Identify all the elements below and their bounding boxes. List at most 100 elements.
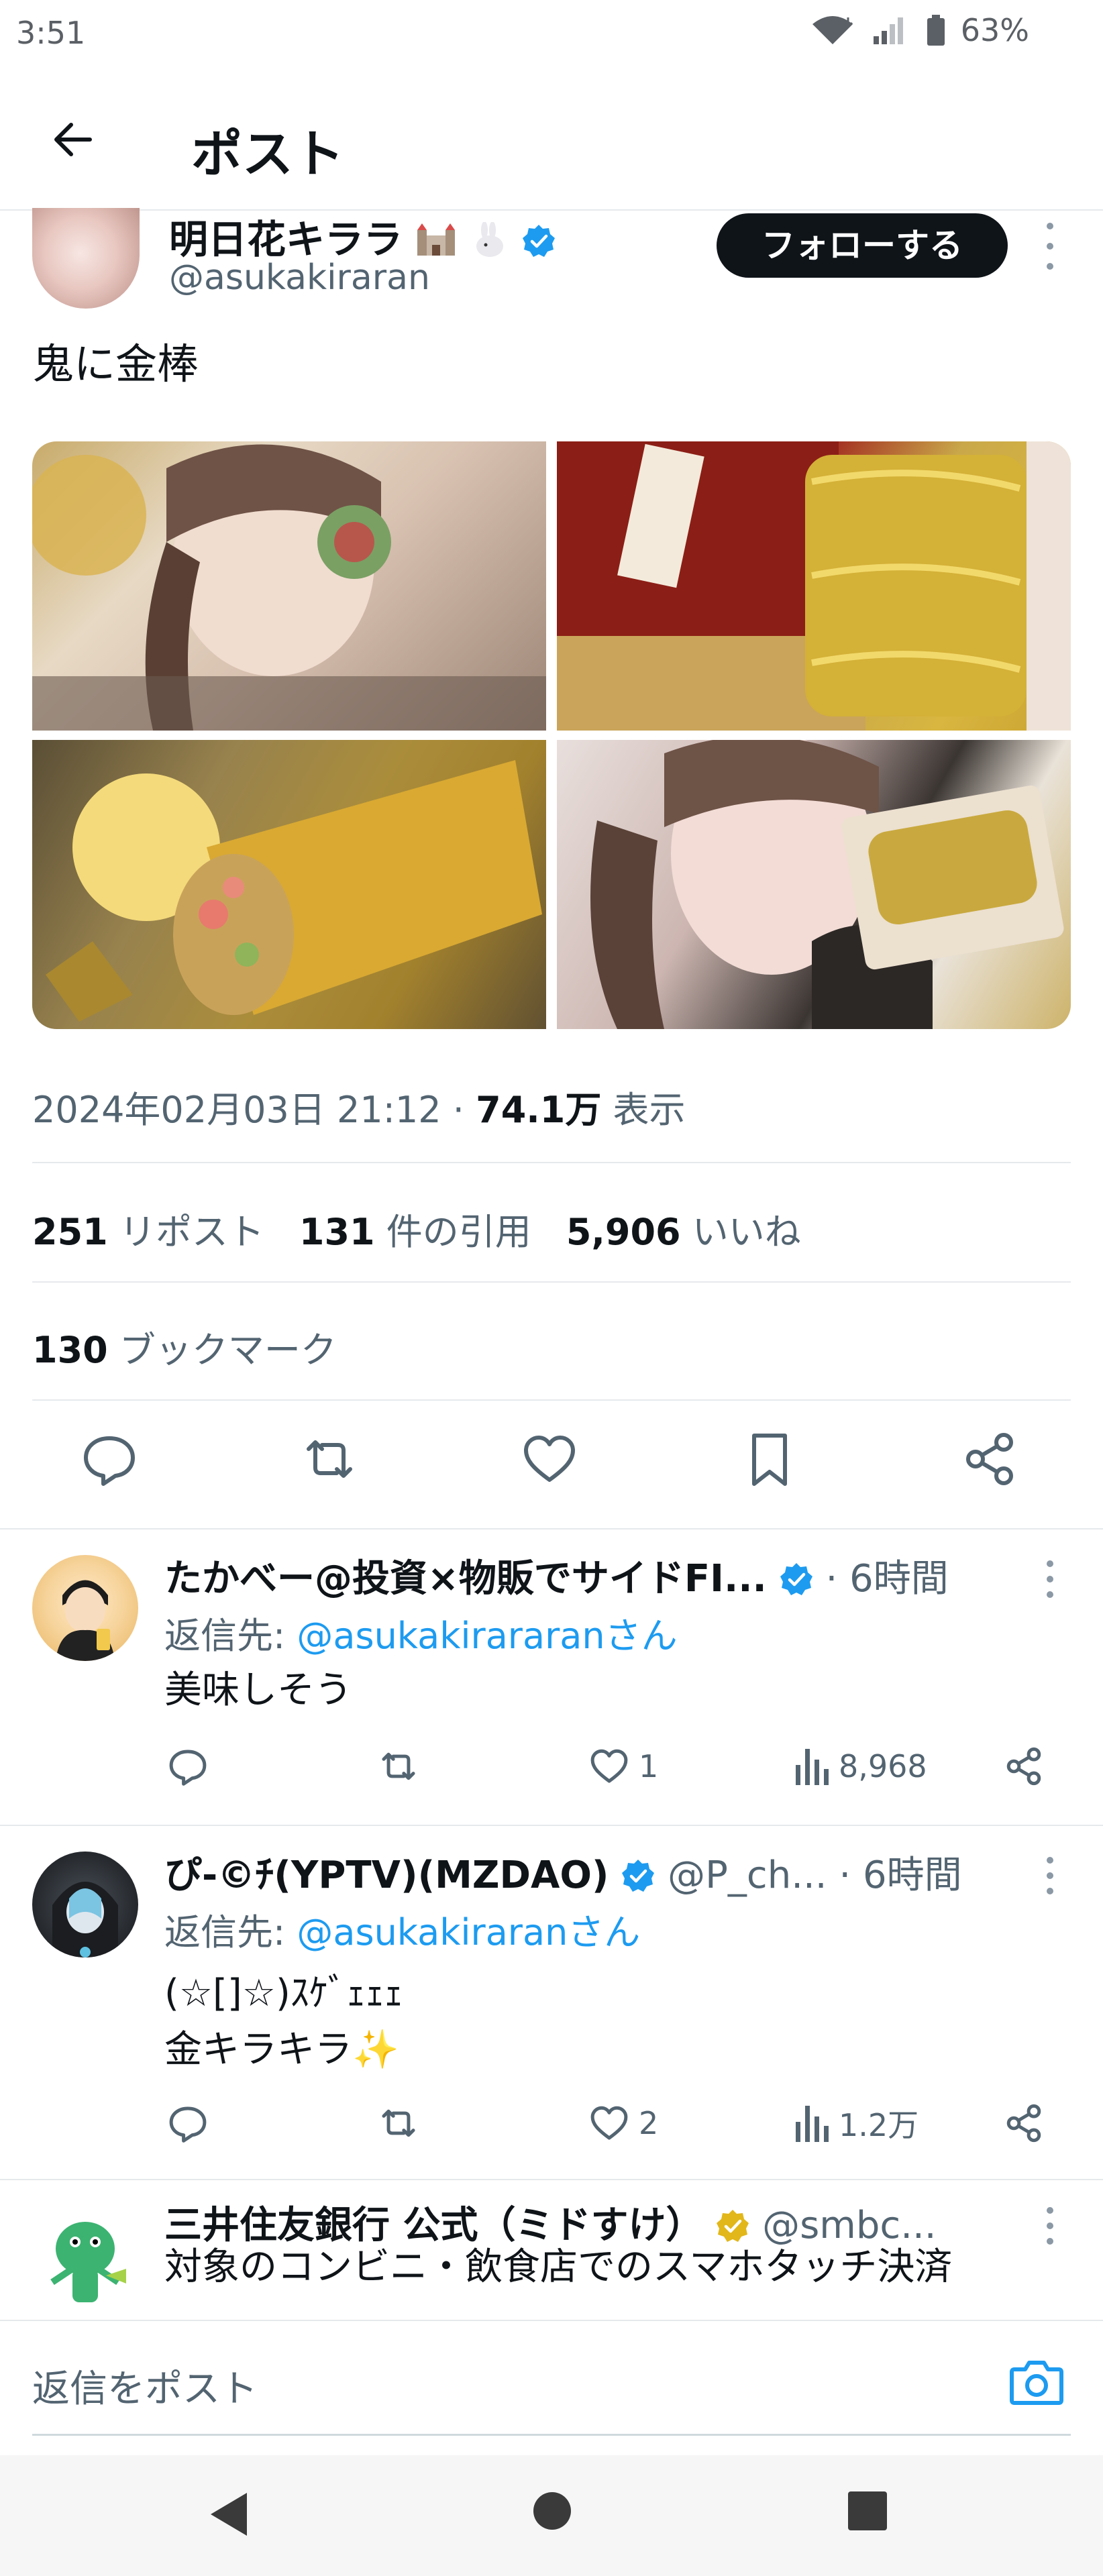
quotes-count: 131 bbox=[299, 1211, 375, 1253]
media-image-1[interactable] bbox=[32, 441, 546, 731]
media-image-2[interactable] bbox=[557, 441, 1071, 731]
like-heart-icon bbox=[590, 1749, 628, 1783]
repost-icon bbox=[382, 2109, 415, 2137]
reply-action-repost[interactable] bbox=[377, 1743, 420, 1790]
reply-text: 美味しそう bbox=[164, 1668, 352, 1712]
reply-author-name[interactable]: ぴ-©ﾁ(YPTV)(MZDAO) bbox=[164, 1854, 609, 1897]
reply-text: 対象のコンビニ・飲食店でのスマホタッチ決済 bbox=[164, 2245, 953, 2289]
views-chart-icon bbox=[796, 1749, 829, 1785]
reply-handle[interactable]: @P_ch... bbox=[668, 1854, 827, 1897]
avatar[interactable] bbox=[32, 2202, 138, 2308]
nav-back-icon[interactable] bbox=[207, 2490, 251, 2538]
reposts-stat[interactable]: 251 リポスト bbox=[32, 1211, 264, 1253]
system-nav-bar bbox=[0, 2455, 1103, 2576]
divider bbox=[32, 1281, 1071, 1283]
views-count: 74.1万 bbox=[476, 1089, 602, 1131]
meta-separator: · bbox=[441, 1089, 476, 1131]
avatar[interactable] bbox=[32, 1555, 138, 1661]
nav-home-icon[interactable] bbox=[531, 2490, 573, 2532]
likes-count: 5,906 bbox=[566, 1211, 681, 1253]
more-options-icon[interactable] bbox=[1042, 2207, 1058, 2245]
battery-percent: 63% bbox=[960, 12, 1029, 48]
reply-action-like[interactable]: 2 bbox=[588, 2100, 658, 2147]
reply-icon bbox=[169, 1750, 207, 1786]
author-name-row[interactable]: 明日花キララ bbox=[169, 208, 556, 264]
reply-action-reply[interactable] bbox=[166, 2100, 209, 2147]
status-icons: 63% bbox=[809, 12, 1029, 48]
reply-header: ぴ-©ﾁ(YPTV)(MZDAO) @P_ch... · 6時間 bbox=[164, 1845, 962, 1899]
more-options-icon[interactable] bbox=[1042, 1560, 1058, 1598]
avatar[interactable] bbox=[32, 1851, 138, 1957]
divider bbox=[0, 1825, 1103, 1826]
post-text: 鬼に金棒 bbox=[32, 339, 199, 388]
verified-badge-icon bbox=[780, 1563, 812, 1595]
reposts-label: リポスト bbox=[107, 1211, 264, 1253]
reply-views-count: 8,968 bbox=[839, 1748, 927, 1784]
like-heart-icon bbox=[590, 2106, 628, 2140]
reply-action-reply[interactable] bbox=[166, 1743, 209, 1790]
reply-input[interactable]: 返信をポスト bbox=[32, 2359, 258, 2413]
reply-icon bbox=[169, 2106, 207, 2143]
share-icon bbox=[1006, 2104, 1041, 2143]
camera-icon[interactable] bbox=[1009, 2356, 1064, 2407]
divider bbox=[32, 1399, 1071, 1401]
author-name: 明日花キララ bbox=[169, 217, 403, 262]
post-meta: 2024年02月03日 21:12 · 74.1万 表示 bbox=[32, 1080, 686, 1133]
quotes-stat[interactable]: 131 件の引用 bbox=[299, 1211, 531, 1253]
verified-badge-icon bbox=[622, 1860, 655, 1892]
reply-action-like[interactable]: 1 bbox=[588, 1743, 658, 1790]
share-icon[interactable] bbox=[959, 1429, 1020, 1489]
likes-stat[interactable]: 5,906 いいね bbox=[566, 1211, 801, 1253]
divider bbox=[0, 1528, 1103, 1529]
composer-underline bbox=[32, 2434, 1071, 2436]
post-datetime: 2024年02月03日 21:12 bbox=[32, 1089, 441, 1131]
reply-time: · 6時間 bbox=[825, 1557, 949, 1601]
reply-header: たかべー@投資×物販でサイドFI... · 6時間 bbox=[164, 1548, 949, 1603]
reply-item[interactable]: ぴ-©ﾁ(YPTV)(MZDAO) @P_ch... · 6時間 返信先: @a… bbox=[0, 1845, 1103, 2180]
reply-icon[interactable] bbox=[79, 1429, 140, 1489]
bookmarks-stat[interactable]: 130 ブックマーク bbox=[32, 1320, 337, 1373]
replying-to-mention[interactable]: @asukakirararanさん bbox=[297, 1615, 677, 1657]
replying-to-mention[interactable]: @asukakiraranさん bbox=[297, 1911, 640, 1953]
reply-action-views[interactable]: 8,968 bbox=[793, 1743, 927, 1790]
quotes-label: 件の引用 bbox=[374, 1211, 531, 1253]
repost-icon[interactable] bbox=[299, 1429, 360, 1489]
more-options-icon[interactable] bbox=[1042, 1857, 1058, 1894]
top-app-bar: ポスト bbox=[0, 80, 1103, 208]
like-heart-icon[interactable] bbox=[519, 1429, 580, 1489]
author-handle[interactable]: @asukakiraran bbox=[169, 258, 430, 298]
reply-like-count: 2 bbox=[639, 2105, 659, 2141]
views-label: 表示 bbox=[601, 1089, 686, 1131]
reply-action-views[interactable]: 1.2万 bbox=[793, 2100, 918, 2147]
replying-to: 返信先: @asukakirararanさん bbox=[164, 1606, 678, 1659]
more-options-icon[interactable] bbox=[1042, 223, 1058, 270]
reply-action-share[interactable] bbox=[1002, 2100, 1045, 2147]
media-image-3[interactable] bbox=[32, 740, 546, 1029]
bookmarks-label: ブックマーク bbox=[107, 1329, 337, 1371]
reply-item[interactable]: 三井住友銀行 公式（ミドすけ） @smbc... 対象のコンビニ・飲食店でのスマ… bbox=[0, 2195, 1103, 2320]
bookmark-icon[interactable] bbox=[739, 1429, 800, 1489]
reply-item[interactable]: たかべー@投資×物販でサイドFI... · 6時間 返信先: @asukakir… bbox=[0, 1548, 1103, 1823]
divider bbox=[0, 2179, 1103, 2180]
reply-action-repost[interactable] bbox=[377, 2100, 420, 2147]
status-bar: 3:51 63% bbox=[0, 0, 1103, 67]
divider bbox=[32, 1162, 1071, 1163]
reply-action-share[interactable] bbox=[1002, 1743, 1045, 1790]
avatar[interactable] bbox=[32, 208, 140, 309]
replying-to: 返信先: @asukakiraranさん bbox=[164, 1902, 640, 1955]
wifi-icon bbox=[812, 16, 853, 44]
likes-label: いいね bbox=[680, 1211, 801, 1253]
page-title: ポスト bbox=[191, 124, 344, 184]
nav-recents-icon[interactable] bbox=[847, 2490, 888, 2532]
views-chart-icon bbox=[796, 2106, 829, 2142]
reply-author-name[interactable]: たかべー@投資×物販でサイドFI... bbox=[164, 1557, 767, 1601]
post-action-bar bbox=[0, 1429, 1103, 1503]
repost-icon bbox=[382, 1752, 415, 1780]
media-image-4[interactable] bbox=[557, 740, 1071, 1029]
signal-icon bbox=[873, 17, 903, 44]
reply-composer: 返信をポスト bbox=[0, 2320, 1103, 2454]
share-icon bbox=[1006, 1747, 1041, 1786]
follow-button[interactable]: フォローする bbox=[717, 213, 1008, 278]
status-time: 3:51 bbox=[16, 15, 86, 51]
back-arrow-icon[interactable] bbox=[47, 113, 101, 166]
